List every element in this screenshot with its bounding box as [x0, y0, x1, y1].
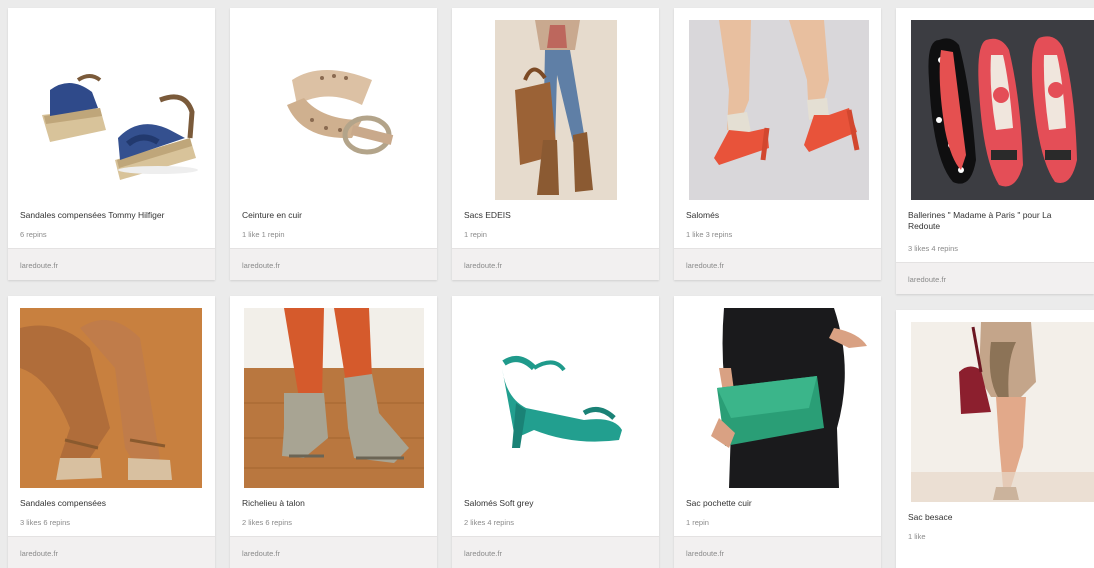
- pin-title[interactable]: Sandales compensées Tommy Hilfiger: [20, 210, 207, 221]
- pin-source-label: laredoute.fr: [20, 261, 58, 270]
- pin-image-brown-backpack[interactable]: [495, 20, 617, 200]
- pin-source-label: laredoute.fr: [20, 549, 58, 558]
- pin-title[interactable]: Richelieu à talon: [242, 498, 429, 509]
- pin-source-label: laredoute.fr: [242, 261, 280, 270]
- pin-card[interactable]: Sac pochette cuir 1 repin laredoute.fr: [674, 296, 881, 568]
- pin-source[interactable]: laredoute.fr: [230, 536, 437, 568]
- pin-title[interactable]: Sacs EDEIS: [464, 210, 651, 221]
- pin-stats: 3 likes 6 repins: [20, 518, 71, 527]
- pin-stats: 1 repin: [464, 230, 487, 239]
- pin-card[interactable]: Richelieu à talon 2 likes 6 repins lared…: [230, 296, 437, 568]
- pin-image-green-clutch[interactable]: [689, 308, 869, 488]
- pin-source-label: laredoute.fr: [686, 261, 724, 270]
- pin-card[interactable]: Salomés 1 like 3 repins laredoute.fr: [674, 8, 881, 280]
- pin-source-label: laredoute.fr: [686, 549, 724, 558]
- pin-stats: 6 repins: [20, 230, 47, 239]
- pin-card[interactable]: Sacs EDEIS 1 repin laredoute.fr: [452, 8, 659, 280]
- pin-stats: 1 like: [908, 532, 926, 541]
- pin-title[interactable]: Salomés Soft grey: [464, 498, 651, 509]
- pin-stats: 1 like 1 repin: [242, 230, 285, 239]
- pin-title[interactable]: Sac besace: [908, 512, 1086, 523]
- pin-title[interactable]: Ceinture en cuir: [242, 210, 429, 221]
- pin-source[interactable]: laredoute.fr: [8, 536, 215, 568]
- pin-card[interactable]: Sandales compensées 3 likes 6 repins lar…: [8, 296, 215, 568]
- pin-image-red-crossbody-bag[interactable]: [911, 322, 1094, 502]
- pin-source-label: laredoute.fr: [464, 549, 502, 558]
- pin-image-polka-dot-ballerinas[interactable]: [911, 20, 1094, 200]
- pin-image-coral-heels[interactable]: [689, 20, 869, 200]
- pin-source-label: laredoute.fr: [242, 549, 280, 558]
- pin-image-teal-heel[interactable]: [464, 308, 649, 488]
- pin-source[interactable]: laredoute.fr: [452, 536, 659, 568]
- pin-source-label: laredoute.fr: [908, 275, 946, 284]
- pin-source[interactable]: laredoute.fr: [674, 248, 881, 280]
- pin-card[interactable]: Sandales compensées Tommy Hilfiger 6 rep…: [8, 8, 215, 280]
- pin-source[interactable]: laredoute.fr: [230, 248, 437, 280]
- pin-stats: 1 repin: [686, 518, 709, 527]
- pin-source-label: laredoute.fr: [464, 261, 502, 270]
- pin-image-grey-oxford-heels[interactable]: [244, 308, 424, 488]
- pin-title[interactable]: Sac pochette cuir: [686, 498, 873, 509]
- pin-card[interactable]: Ballerines " Madame à Paris " pour La Re…: [896, 8, 1094, 294]
- pin-source[interactable]: laredoute.fr: [452, 248, 659, 280]
- pin-image-tan-wedge-sandals[interactable]: [20, 308, 202, 488]
- pin-card[interactable]: Salomés Soft grey 2 likes 4 repins lared…: [452, 296, 659, 568]
- pin-stats: 3 likes 4 repins: [908, 244, 959, 253]
- pin-source[interactable]: laredoute.fr: [674, 536, 881, 568]
- pin-title[interactable]: Sandales compensées: [20, 498, 207, 509]
- pin-card[interactable]: Ceinture en cuir 1 like 1 repin laredout…: [230, 8, 437, 280]
- pin-stats: 2 likes 6 repins: [242, 518, 293, 527]
- pin-card[interactable]: Sac besace 1 like: [896, 310, 1094, 568]
- pin-title[interactable]: Salomés: [686, 210, 873, 221]
- pin-title[interactable]: Ballerines " Madame à Paris " pour La Re…: [908, 210, 1086, 232]
- pin-image-leather-belt[interactable]: [242, 20, 427, 200]
- pin-stats: 2 likes 4 repins: [464, 518, 515, 527]
- pin-source[interactable]: laredoute.fr: [896, 262, 1094, 294]
- pin-source[interactable]: laredoute.fr: [8, 248, 215, 280]
- pin-stats: 1 like 3 repins: [686, 230, 733, 239]
- pin-image-blue-wedge-sandals[interactable]: [20, 20, 205, 200]
